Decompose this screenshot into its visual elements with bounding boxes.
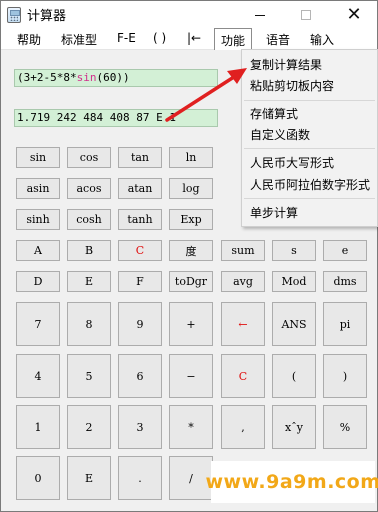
calculator-icon [7,7,21,23]
key-button[interactable]: A [16,240,60,261]
key-button[interactable]: Mod [272,271,316,292]
key-button[interactable]: * [169,405,213,449]
key-button[interactable]: 5 [67,354,111,398]
key-button[interactable]: Exp [169,209,213,230]
key-button[interactable]: sinh [16,209,60,230]
custom-function-item[interactable]: 自定义函数 [250,126,310,143]
key-button[interactable]: atan [118,178,162,199]
step-calculation-item[interactable]: 单步计算 [250,204,298,221]
save-expression-item[interactable]: 存储算式 [250,105,298,122]
menu-help[interactable]: 帮助 [17,31,41,48]
key-button[interactable]: . [118,456,162,500]
copy-result-item[interactable]: 复制计算结果 [250,56,322,73]
key-button[interactable]: 4 [16,354,60,398]
menu-separator [244,100,375,101]
key-button[interactable]: F [118,271,162,292]
watermark-text: www.9a9m.com [205,471,378,493]
menu-backspace[interactable]: |← [187,31,201,45]
key-button[interactable]: tan [118,147,162,168]
key-button[interactable]: C [118,240,162,261]
key-button[interactable]: ln [169,147,213,168]
expression-function: sin [76,71,97,84]
title-bar: 计算器 ✕ [1,1,377,28]
menu-parentheses[interactable]: ( ) [153,31,166,45]
close-button[interactable]: ✕ [331,1,377,28]
key-button[interactable]: 8 [67,302,111,346]
key-button[interactable]: log [169,178,213,199]
watermark: www.9a9m.com [205,461,378,503]
key-button[interactable]: 度 [169,240,213,261]
close-icon: ✕ [346,4,362,25]
key-button[interactable]: 6 [118,354,162,398]
key-button[interactable]: tanh [118,209,162,230]
key-button[interactable]: cos [67,147,111,168]
key-button[interactable]: D [16,271,60,292]
key-button[interactable]: s [272,240,316,261]
rmb-uppercase-item[interactable]: 人民币大写形式 [250,154,334,171]
paste-clipboard-item[interactable]: 粘贴剪切板内容 [250,77,334,94]
menu-bar: 帮助 标准型 F-E ( ) |← 功能 语音 输入 [1,28,377,50]
key-button[interactable]: , [221,405,265,449]
key-button[interactable]: pi [323,302,367,346]
key-button[interactable]: dms [323,271,367,292]
key-button[interactable]: + [169,302,213,346]
key-button[interactable]: e [323,240,367,261]
key-button[interactable]: 1 [16,405,60,449]
maximize-button[interactable] [283,1,329,28]
function-dropdown-menu: 复制计算结果 粘贴剪切板内容 存储算式 自定义函数 人民币大写形式 人民币阿拉伯… [241,49,378,227]
key-button[interactable]: − [169,354,213,398]
calculator-window: 计算器 ✕ 帮助 标准型 F-E ( ) |← 功能 语音 输入 (3+2-5*… [0,0,378,512]
menu-voice[interactable]: 语音 [266,31,290,48]
expression-prefix: (3+2-5*8* [17,71,77,84]
window-title: 计算器 [27,9,67,24]
key-button[interactable]: ANS [272,302,316,346]
key-button[interactable]: 3 [118,405,162,449]
key-button[interactable]: 7 [16,302,60,346]
key-button[interactable]: 9 [118,302,162,346]
key-button[interactable]: B [67,240,111,261]
menu-separator [244,148,375,149]
key-button[interactable]: ( [272,354,316,398]
key-button[interactable]: ) [323,354,367,398]
key-button[interactable]: E [67,456,111,500]
menu-fe[interactable]: F-E [117,31,136,45]
key-button[interactable]: sum [221,240,265,261]
menu-input[interactable]: 输入 [310,31,334,48]
key-button[interactable]: toDgr [169,271,213,292]
key-button[interactable]: xˆy [272,405,316,449]
key-button[interactable]: ← [221,302,265,346]
expression-suffix: (60)) [96,71,130,84]
key-button[interactable]: 0 [16,456,60,500]
minimize-icon [255,15,265,16]
key-button[interactable]: 2 [67,405,111,449]
maximize-icon [301,9,311,20]
key-button[interactable]: avg [221,271,265,292]
menu-separator [244,198,375,199]
menu-function[interactable]: 功能 [214,28,253,50]
key-button[interactable]: acos [67,178,111,199]
key-button[interactable]: C [221,354,265,398]
menu-standard[interactable]: 标准型 [61,31,97,48]
expression-display[interactable]: (3+2-5*8*sin(60)) [14,69,218,87]
rmb-arabic-item[interactable]: 人民币阿拉伯数字形式 [250,176,370,193]
key-button[interactable]: asin [16,178,60,199]
minimize-button[interactable] [237,1,283,28]
result-display: 1.719 242 484 408 87 E 1 [14,109,218,127]
key-button[interactable]: E [67,271,111,292]
key-button[interactable]: % [323,405,367,449]
key-button[interactable]: cosh [67,209,111,230]
key-button[interactable]: sin [16,147,60,168]
